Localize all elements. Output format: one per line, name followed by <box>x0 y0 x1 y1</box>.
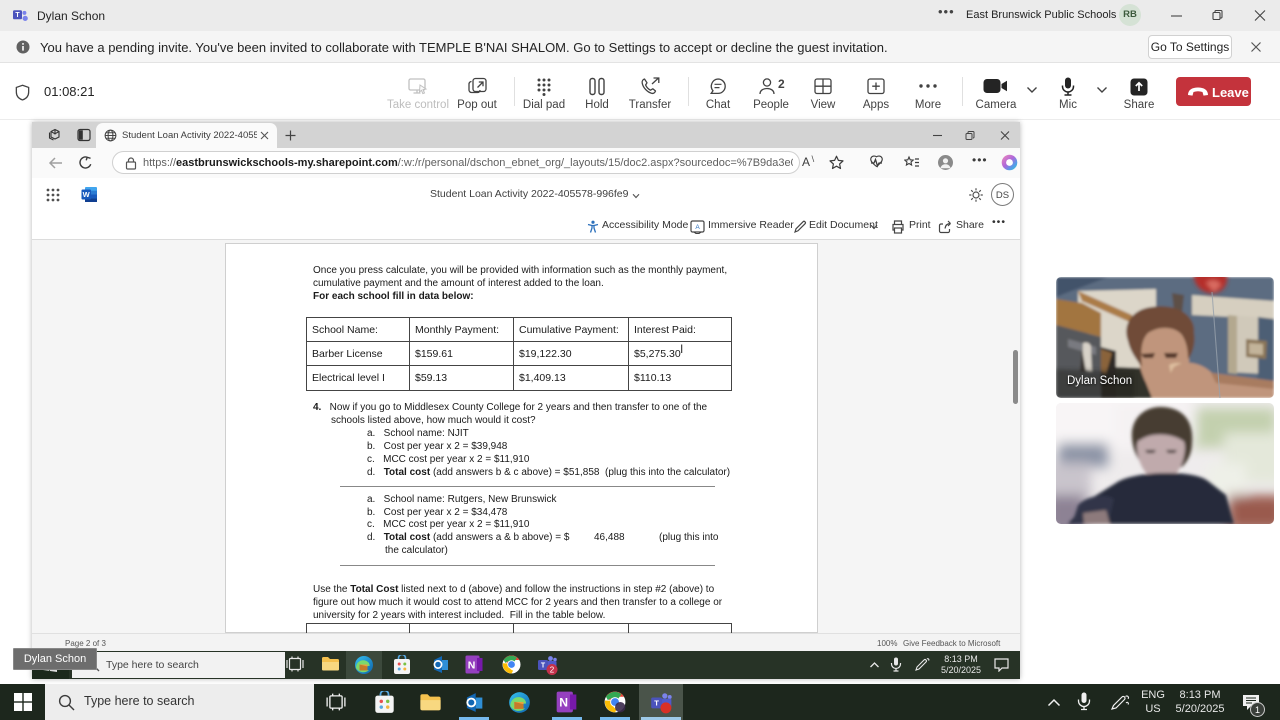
svg-text:T: T <box>15 12 20 19</box>
svg-text:T: T <box>654 699 659 708</box>
svg-text:N: N <box>468 660 476 672</box>
svg-text:T: T <box>541 663 546 670</box>
svg-text:N: N <box>559 696 568 710</box>
svg-text:2: 2 <box>550 666 555 675</box>
